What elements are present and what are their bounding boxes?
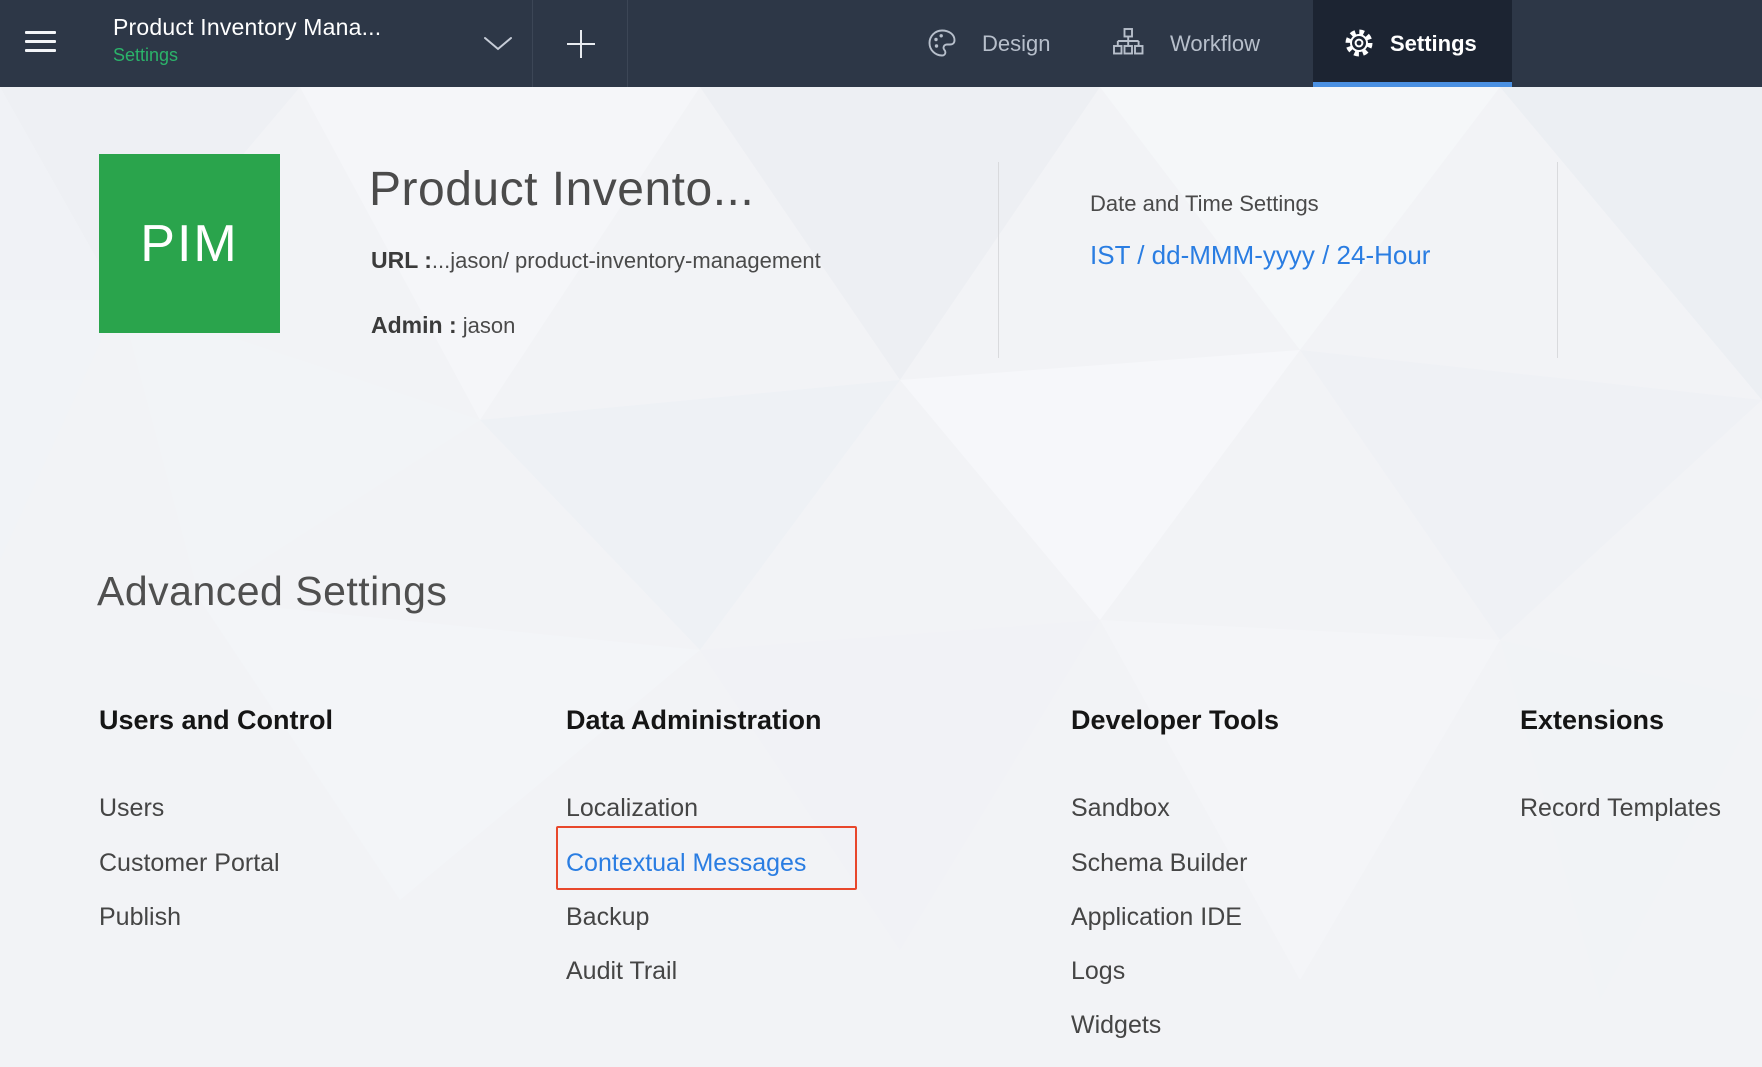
app-switcher[interactable]: Product Inventory Mana... Settings: [113, 14, 381, 65]
nav-divider: [627, 0, 628, 87]
link-contextual-messages[interactable]: Contextual Messages: [566, 850, 806, 877]
nav-tab-settings[interactable]: Settings: [1313, 0, 1512, 87]
link-localization[interactable]: Localization: [566, 795, 698, 822]
column-header-data-administration: Data Administration: [566, 706, 822, 735]
link-publish[interactable]: Publish: [99, 904, 181, 931]
url-label: URL :: [371, 247, 432, 273]
link-backup[interactable]: Backup: [566, 904, 649, 931]
link-widgets[interactable]: Widgets: [1071, 1012, 1161, 1039]
datetime-settings-title: Date and Time Settings: [1090, 191, 1319, 217]
hero-divider: [998, 162, 999, 358]
admin-value: jason: [463, 313, 516, 338]
advanced-settings-heading: Advanced Settings: [97, 568, 447, 615]
nav-tab-settings-label: Settings: [1390, 32, 1477, 56]
link-users[interactable]: Users: [99, 795, 164, 822]
link-application-ide[interactable]: Application IDE: [1071, 904, 1242, 931]
link-schema-builder[interactable]: Schema Builder: [1071, 850, 1247, 877]
nav-divider: [532, 0, 533, 87]
link-record-templates[interactable]: Record Templates: [1520, 795, 1721, 822]
app-logo-text: PIM: [140, 214, 238, 274]
app-name-heading: Product Invento...: [369, 162, 754, 217]
add-app-button[interactable]: [564, 27, 598, 61]
nav-item-workflow[interactable]: Workflow: [1170, 32, 1260, 56]
column-header-users-and-control: Users and Control: [99, 706, 333, 735]
link-logs[interactable]: Logs: [1071, 958, 1125, 985]
link-audit-trail[interactable]: Audit Trail: [566, 958, 677, 985]
app-logo: PIM: [99, 154, 280, 333]
hamburger-menu-button[interactable]: [25, 31, 56, 53]
url-value: ...jason/ product-inventory-management: [432, 248, 821, 273]
current-section-label: Settings: [113, 45, 381, 65]
column-header-developer-tools: Developer Tools: [1071, 706, 1279, 735]
column-header-extensions: Extensions: [1520, 706, 1664, 735]
app-url-row: URL :...jason/ product-inventory-managem…: [371, 247, 821, 274]
nav-item-design[interactable]: Design: [982, 32, 1050, 56]
gear-icon: [1343, 27, 1375, 59]
admin-label: Admin :: [371, 312, 457, 338]
app-admin-row: Admin : jason: [371, 312, 515, 339]
link-customer-portal[interactable]: Customer Portal: [99, 850, 280, 877]
palette-icon: [925, 26, 959, 60]
workflow-icon: [1111, 26, 1145, 60]
link-sandbox[interactable]: Sandbox: [1071, 795, 1170, 822]
top-navbar: Product Inventory Mana... Settings Desig…: [0, 0, 1762, 87]
settings-page: Product Inventory Mana... Settings Desig…: [0, 0, 1762, 1067]
current-app-title: Product Inventory Mana...: [113, 14, 381, 40]
datetime-settings-link[interactable]: IST / dd-MMM-yyyy / 24-Hour: [1090, 240, 1430, 271]
hero-divider: [1557, 162, 1558, 358]
chevron-down-icon[interactable]: [482, 35, 514, 53]
